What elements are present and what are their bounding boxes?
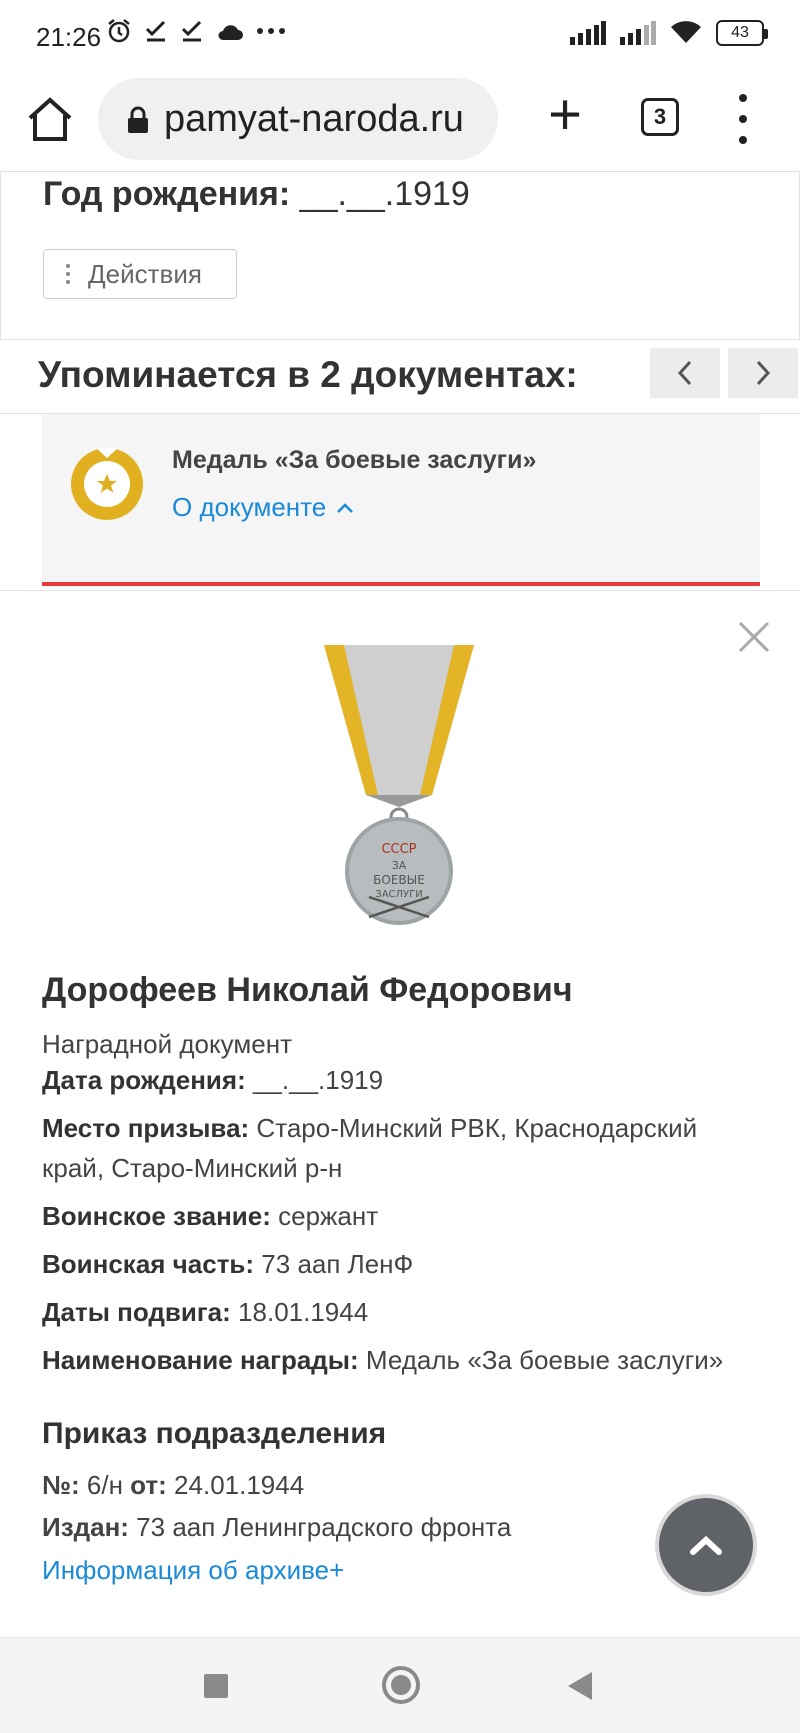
wifi-icon — [671, 21, 701, 43]
field-row: Дата рождения: __.__.1919 — [42, 1060, 742, 1100]
mentions-header: Упоминается в 2 документах: — [0, 340, 800, 414]
signal-icon — [620, 21, 656, 45]
field-label: Место призыва: — [42, 1113, 250, 1143]
tab-switcher-button[interactable]: 3 — [641, 98, 679, 136]
status-time: 21:26 — [36, 22, 102, 52]
field-label: Дата рождения: — [42, 1065, 246, 1095]
page-content: Год рождения: __.__.1919 Действия Упомин… — [0, 172, 800, 1637]
order-details: №: 6/н от: 24.01.1944 Издан: 73 аап Лени… — [42, 1465, 511, 1549]
battery-icon: 43 — [716, 20, 768, 46]
person-summary-card: Год рождения: __.__.1919 Действия — [0, 172, 800, 340]
status-left-icons — [106, 18, 286, 44]
medal-badge-icon — [71, 448, 143, 520]
address-bar[interactable]: pamyat-naroda.ru — [98, 78, 498, 160]
check-icon — [145, 20, 166, 42]
order-issued-value: 73 аап Ленинградского фронта — [136, 1512, 512, 1542]
field-value: Медаль «За боевые заслуги» — [365, 1345, 724, 1375]
actions-label: Действия — [88, 258, 202, 289]
order-number-row: №: 6/н от: 24.01.1944 — [42, 1465, 511, 1505]
more-icon — [257, 28, 285, 34]
field-label: Воинская часть: — [42, 1249, 255, 1279]
cloud-icon — [218, 25, 243, 40]
field-row: Наименование награды: Медаль «За боевые … — [42, 1340, 742, 1380]
field-label: Даты подвига: — [42, 1297, 231, 1327]
medal-zaslugi-text: ЗАСЛУГИ — [375, 889, 422, 900]
order-number-label: №: — [42, 1470, 80, 1500]
document-type: Наградной документ — [42, 1029, 292, 1059]
close-icon[interactable] — [736, 619, 772, 655]
medal-boevye-text: БОЕВЫЕ — [373, 873, 425, 887]
field-row: Воинская часть: 73 аап ЛенФ — [42, 1244, 742, 1284]
field-value: __.__.1919 — [252, 1065, 384, 1095]
about-document-link[interactable]: О документе — [172, 492, 354, 523]
field-value: сержант — [278, 1201, 379, 1231]
new-tab-button[interactable]: + — [540, 86, 590, 144]
field-label: Наименование награды: — [42, 1345, 359, 1375]
system-nav-bar — [0, 1637, 800, 1733]
chevron-right-icon — [756, 360, 771, 386]
field-value: 73 аап ЛенФ — [261, 1249, 414, 1279]
award-fields: Наградной документ Дата рождения: __.__.… — [42, 1029, 742, 1388]
battery-level: 43 — [731, 24, 749, 41]
medal-ussr-text: СССР — [381, 842, 416, 857]
browser-toolbar: pamyat-naroda.ru + 3 — [0, 72, 800, 172]
field-value: 18.01.1944 — [238, 1297, 369, 1327]
next-document-button[interactable] — [728, 348, 798, 398]
birth-year-value: __.__.1919 — [299, 175, 470, 213]
document-card[interactable]: Медаль «За боевые заслуги» О документе — [42, 414, 760, 586]
status-bar: 21:26 43 — [0, 0, 800, 72]
field-label: Воинское звание: — [42, 1201, 271, 1231]
browser-menu-button[interactable] — [733, 94, 753, 144]
field-row: Воинское звание: сержант — [42, 1196, 742, 1236]
home-icon[interactable] — [24, 94, 76, 146]
actions-button[interactable]: Действия — [43, 249, 237, 299]
birth-year-line: Год рождения: __.__.1919 — [43, 175, 470, 214]
recents-icon[interactable] — [204, 1674, 228, 1698]
chevron-up-icon — [690, 1535, 722, 1555]
person-name: Дорофеев Николай Федорович — [42, 971, 573, 1009]
url-text: pamyat-naroda.ru — [164, 98, 464, 140]
signal-icon — [570, 21, 606, 45]
chevron-up-icon — [337, 502, 354, 513]
prev-document-button[interactable] — [650, 348, 720, 398]
order-date-label: от: — [130, 1470, 167, 1500]
archive-info-link[interactable]: Информация об архиве+ — [42, 1555, 344, 1586]
status-right-icons: 43 — [570, 20, 768, 46]
mentions-title: Упоминается в 2 документах: — [38, 354, 578, 395]
field-row: Место призыва: Старо-Минский РВК, Красно… — [42, 1108, 742, 1188]
home-nav-icon[interactable] — [382, 1666, 420, 1704]
back-icon[interactable] — [568, 1672, 592, 1700]
document-title: Медаль «За боевые заслуги» — [172, 446, 537, 474]
order-date-value: 24.01.1944 — [174, 1470, 305, 1500]
chevron-left-icon — [677, 360, 692, 386]
alarm-icon — [108, 19, 130, 43]
lock-icon — [128, 106, 148, 133]
kebab-icon — [66, 264, 70, 284]
scroll-to-top-button[interactable] — [655, 1494, 757, 1596]
check-icon — [181, 20, 202, 42]
order-issued-label: Издан: — [42, 1512, 129, 1542]
document-detail-panel: СССР ЗА БОЕВЫЕ ЗАСЛУГИ Дорофеев Николай … — [0, 590, 800, 1637]
medal-za-text: ЗА — [392, 859, 407, 872]
order-issued-row: Издан: 73 аап Ленинградского фронта — [42, 1507, 511, 1547]
field-row: Даты подвига: 18.01.1944 — [42, 1292, 742, 1332]
order-title: Приказ подразделения — [42, 1417, 387, 1450]
medal-image: СССР ЗА БОЕВЫЕ ЗАСЛУГИ — [324, 645, 474, 925]
order-number-value: 6/н — [86, 1470, 123, 1500]
birth-year-label: Год рождения: — [43, 175, 291, 213]
about-document-label: О документе — [172, 492, 327, 522]
